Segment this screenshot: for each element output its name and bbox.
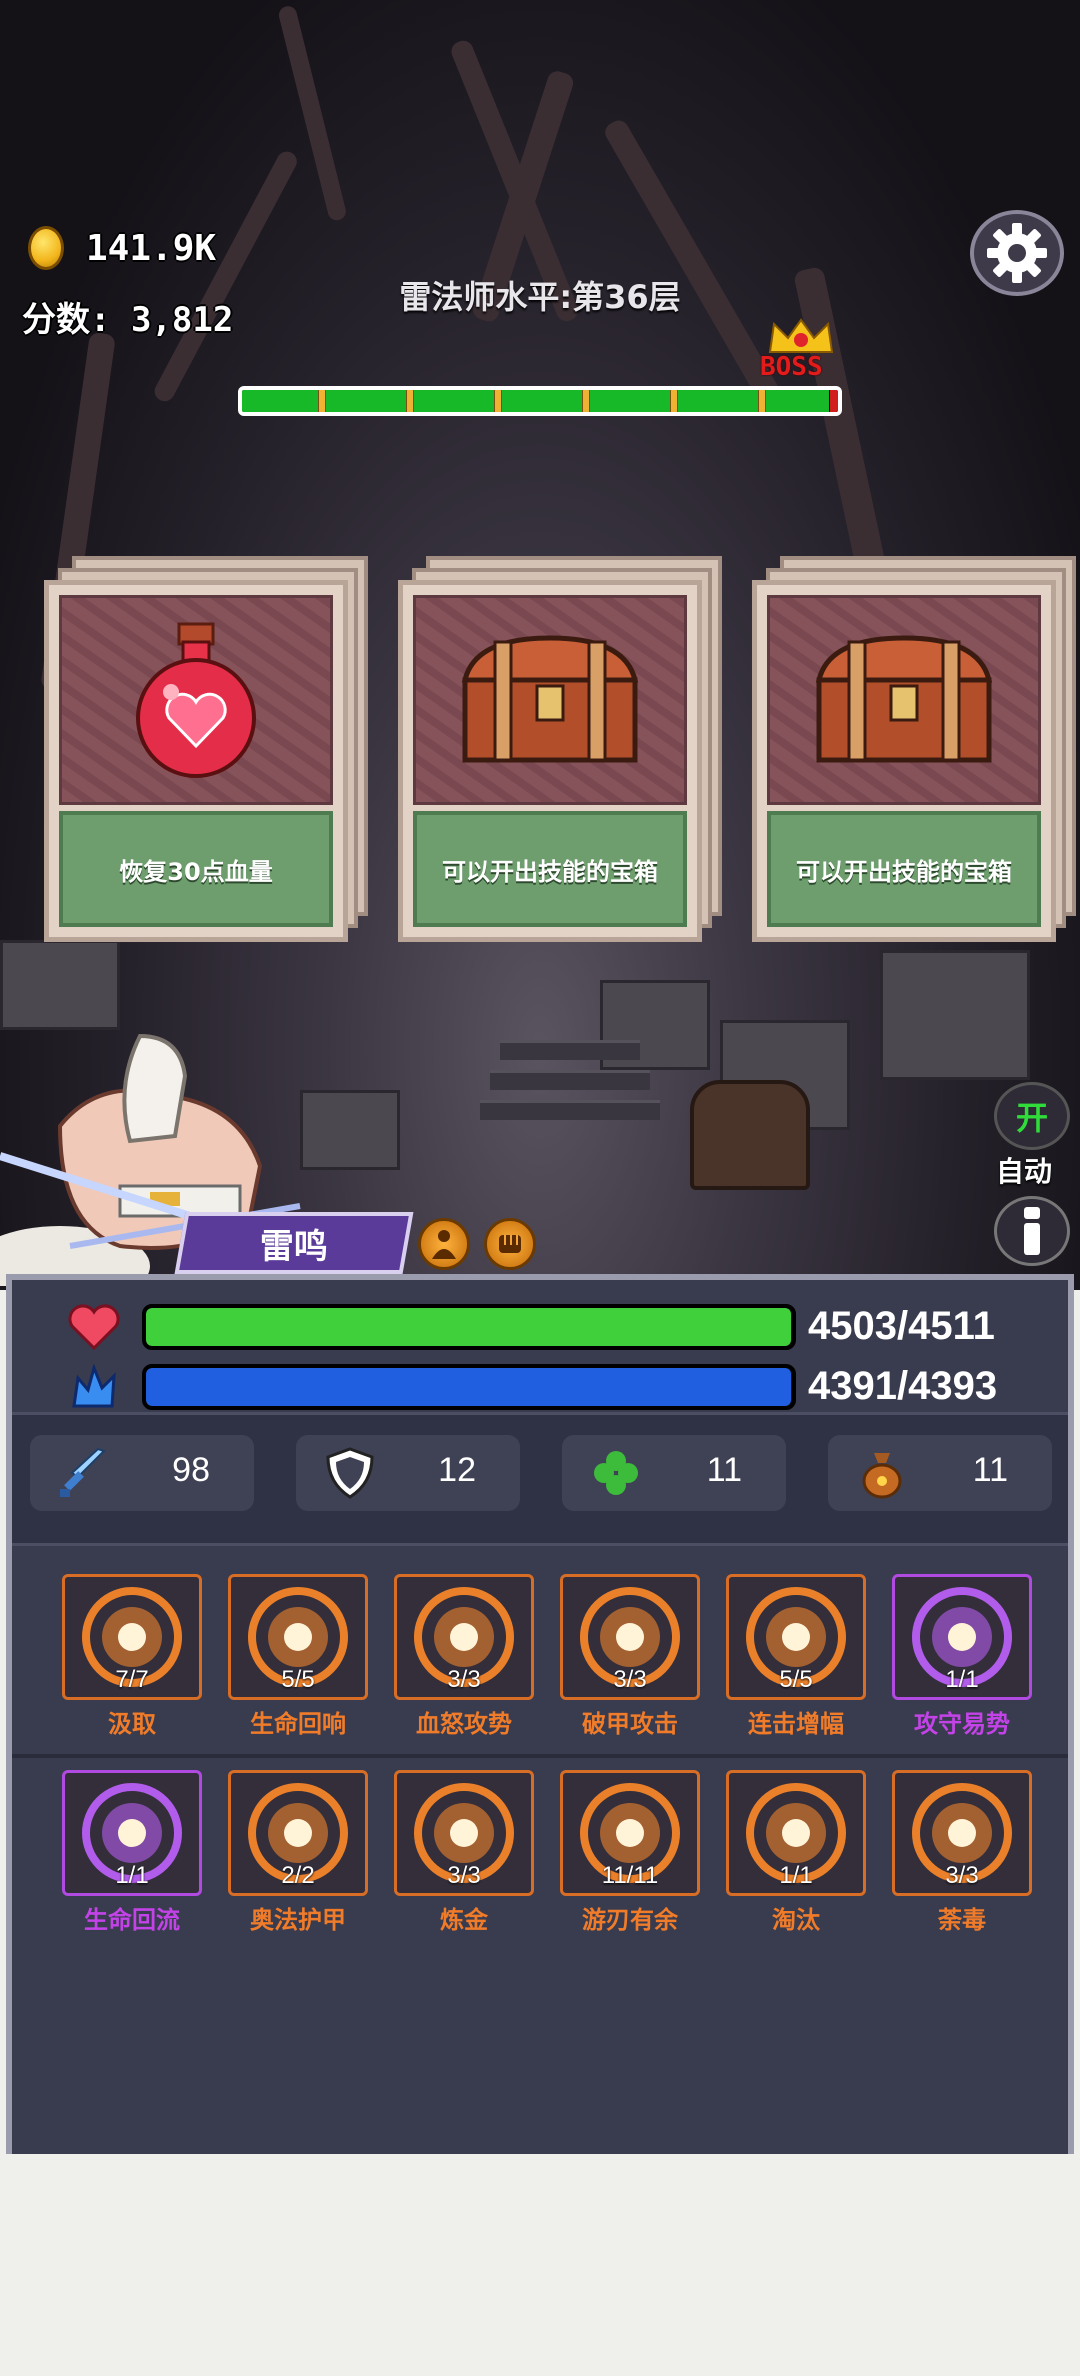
skill-count: 5/5 [779,1666,813,1693]
progress-marker [670,390,678,412]
card-label: 可以开出技能的宝箱 [767,811,1041,927]
boss-segment [830,390,838,412]
skill-slot[interactable]: 7/7 汲取 [62,1574,202,1744]
hp-value: 4503/4511 [808,1304,995,1348]
boss-label: BOSS [760,352,823,382]
skill-name: 淘汰 [772,1906,820,1934]
info-icon [1024,1207,1040,1255]
fist-buff-icon [499,1235,521,1253]
luck-stat[interactable]: 11 [562,1435,786,1511]
skill-name: 炼金 [440,1906,488,1934]
skill-count: 3/3 [447,1862,481,1889]
skill-slot[interactable]: 5/5 生命回响 [228,1574,368,1744]
skill-count: 11/11 [601,1862,659,1889]
skill-slot[interactable]: 11/11 游刃有余 [560,1770,700,1940]
skill-name: 攻守易势 [914,1710,1010,1738]
skills-row-1: 7/7 汲取 5/5 生命回响 3/3 血怒攻势 3/3 破甲攻击 5/5 连击增幅 1/1 攻守易势 [12,1574,1068,1754]
skill-slot[interactable]: 3/3 破甲攻击 [560,1574,700,1744]
hero-status-panel: 4503/4511 4391/4393 98 12 11 11 7/7 汲取 5… [6,1274,1074,2154]
skill-name: 游刃有余 [582,1906,678,1934]
skill-slot[interactable]: 3/3 炼金 [394,1770,534,1940]
skill-slot[interactable]: 1/1 生命回流 [62,1770,202,1940]
card-label: 可以开出技能的宝箱 [413,811,687,927]
skill-slot[interactable]: 1/1 淘汰 [726,1770,866,1940]
figure-buff-icon [432,1230,456,1259]
skill-slot[interactable]: 5/5 连击增幅 [726,1574,866,1744]
skill-count: 2/2 [281,1862,315,1889]
gold-amount: 141.9K [86,228,217,269]
skills-row-2: 1/1 生命回流 2/2 奥法护甲 3/3 炼金 11/11 游刃有余 1/1 淘汰 3/3 荼毒 [12,1770,1068,1950]
hp-row: 4503/4511 [62,1304,1062,1350]
luck-value: 11 [706,1451,742,1489]
money-bag-icon [862,1453,902,1499]
mp-bar [142,1364,796,1410]
skill-count: 1/1 [779,1862,813,1889]
auto-toggle-button[interactable]: 开 [994,1082,1070,1150]
clover-icon [594,1451,638,1495]
boss-crown-icon [768,318,834,353]
mp-row: 4391/4393 [62,1364,1062,1410]
hero-name: 雷鸣 [260,1226,328,1267]
skill-name: 生命回响 [250,1710,346,1738]
info-button[interactable] [994,1196,1070,1266]
defense-value: 12 [438,1451,476,1489]
heart-icon [68,1304,120,1350]
choice-card-2[interactable]: 可以开出技能的宝箱 [398,556,724,942]
choice-card-1[interactable]: 恢复30点血量 [44,556,370,942]
defense-stat[interactable]: 12 [296,1435,520,1511]
skills-divider [12,1754,1068,1758]
skill-name: 荼毒 [938,1906,986,1934]
skill-slot[interactable]: 3/3 血怒攻势 [394,1574,534,1744]
skill-slot[interactable]: 1/1 攻守易势 [892,1574,1032,1744]
chest-icon [815,635,993,763]
wealth-value: 11 [972,1451,1008,1489]
potion-icon [136,622,256,778]
skill-count: 5/5 [281,1666,315,1693]
skill-slot[interactable]: 3/3 荼毒 [892,1770,1032,1940]
skill-name: 汲取 [108,1710,156,1738]
dungeon-chest [690,1080,810,1190]
progress-marker [318,390,326,412]
skill-slot[interactable]: 2/2 奥法护甲 [228,1770,368,1940]
sword-icon [60,1447,106,1497]
skill-name: 血怒攻势 [416,1710,512,1738]
hero-name-plate: 雷鸣 [174,1212,414,1274]
mp-value: 4391/4393 [808,1364,998,1408]
skill-name: 破甲攻击 [582,1710,678,1738]
wealth-stat[interactable]: 11 [828,1435,1052,1511]
skill-count: 7/7 [115,1666,149,1693]
skill-count: 1/1 [945,1666,979,1693]
skill-name: 奥法护甲 [250,1906,346,1934]
progress-marker [494,390,502,412]
mp-bar-fill [146,1368,792,1406]
skill-count: 3/3 [447,1666,481,1693]
attack-stat[interactable]: 98 [30,1435,254,1511]
hp-bar-fill [146,1308,791,1346]
buff-icon-1[interactable] [418,1218,470,1270]
progress-marker [406,390,414,412]
skill-name: 连击增幅 [748,1710,844,1738]
gear-icon [987,223,1047,283]
auto-label: 自动 [996,1155,1053,1188]
shield-icon [326,1447,374,1499]
gold-coin-icon [28,226,64,270]
progress-marker [582,390,590,412]
progress-marker [758,390,766,412]
buff-icon-2[interactable] [484,1218,536,1270]
settings-button[interactable] [970,210,1064,296]
skill-count: 3/3 [945,1862,979,1889]
stats-strip: 98 12 11 11 [12,1412,1068,1546]
attack-value: 98 [172,1451,210,1489]
mana-flame-icon [72,1364,116,1408]
card-label: 恢复30点血量 [59,811,333,927]
skill-count: 3/3 [613,1666,647,1693]
skill-name: 生命回流 [84,1906,180,1934]
skill-count: 1/1 [115,1862,149,1889]
floor-progress-bar [238,386,842,416]
floor-title: 雷法师水平:第36层 [399,278,681,316]
hp-bar [142,1304,796,1350]
choice-card-3[interactable]: 可以开出技能的宝箱 [752,556,1078,942]
chest-icon [461,635,639,763]
floor-progress-fill [242,390,830,412]
